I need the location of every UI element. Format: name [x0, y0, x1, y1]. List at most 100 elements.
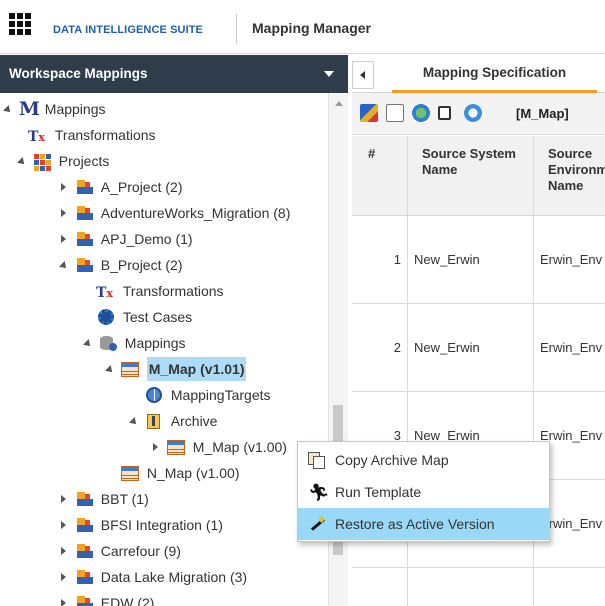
expand-arrow-icon[interactable] — [128, 409, 140, 433]
map-table-icon — [120, 357, 140, 381]
tree-node-transformations[interactable]: Tx Transformations — [28, 123, 156, 147]
document-icon[interactable] — [438, 106, 451, 120]
column-header-source-system[interactable]: Source System Name — [408, 136, 534, 216]
archive-context-menu: Copy Archive Map 🏃︎ Run Template Restore… — [297, 441, 550, 542]
top-bar: DATA INTELLIGENCE SUITE Mapping Manager — [0, 0, 605, 54]
mappings-root-icon: M — [18, 98, 40, 120]
collapse-arrow-icon[interactable] — [58, 591, 70, 606]
copy-icon — [308, 452, 326, 469]
tree-node-carrefour[interactable]: Carrefour (9) — [58, 539, 181, 563]
tree-node-label: AdventureWorks_Migration (8) — [100, 205, 291, 221]
tree-node-b-mappings[interactable]: Mappings — [82, 331, 185, 355]
expand-arrow-icon[interactable] — [16, 149, 28, 173]
tree-node-m-map-v100[interactable]: M_Map (v1.00) — [150, 435, 287, 459]
collapse-arrow-icon[interactable] — [58, 487, 70, 511]
column-header-number[interactable]: # — [352, 136, 408, 216]
collapse-arrow-icon[interactable] — [58, 565, 70, 589]
chevron-down-icon[interactable] — [324, 71, 334, 77]
tree-node-test-cases[interactable]: Test Cases — [96, 305, 192, 329]
tree-node-label: MappingTargets — [170, 387, 271, 403]
tree-node-label: Archive — [170, 413, 218, 429]
waffle-grid-icon[interactable] — [9, 13, 31, 35]
tree-node-mappings-root[interactable]: M Mappings — [2, 97, 106, 121]
tree-node-archive[interactable]: Archive — [128, 409, 217, 433]
collapse-arrow-icon[interactable] — [58, 227, 70, 251]
collapse-arrow-icon[interactable] — [150, 435, 162, 459]
menu-item-label: Copy Archive Map — [335, 452, 449, 468]
source-system-cell: New_Erwin — [408, 216, 534, 304]
expand-arrow-icon[interactable] — [82, 331, 94, 355]
tree-node-label: APJ_Demo (1) — [100, 231, 193, 247]
source-env-cell: Erwin_Env — [540, 252, 603, 267]
current-map-label: [M_Map] — [516, 106, 569, 121]
tree-node-b-project[interactable]: B_Project (2) — [58, 253, 182, 277]
tab-scroll-left-button[interactable] — [352, 61, 374, 89]
tree-node-a-project[interactable]: A_Project (2) — [58, 175, 182, 199]
menu-item-label: Run Template — [335, 484, 422, 500]
expand-arrow-icon[interactable] — [2, 97, 14, 121]
expand-arrow-icon[interactable] — [104, 357, 116, 381]
tree-node-projects[interactable]: Projects — [16, 149, 109, 173]
tree-node-label: Transformations — [54, 127, 156, 143]
tree-node-adventureworks[interactable]: AdventureWorks_Migration (8) — [58, 201, 290, 225]
menu-item-copy-archive-map[interactable]: Copy Archive Map — [298, 444, 549, 476]
tree-node-apj-demo[interactable]: APJ_Demo (1) — [58, 227, 193, 251]
tab-mapping-specification[interactable]: Mapping Specification — [392, 61, 597, 93]
menu-item-run-template[interactable]: 🏃︎ Run Template — [298, 476, 549, 508]
tree-node-bbt[interactable]: BBT (1) — [58, 487, 149, 511]
tree-node-label: Projects — [58, 153, 110, 169]
tree-node-label: BFSI Integration (1) — [100, 517, 223, 533]
tree-node-label: Carrefour (9) — [100, 543, 181, 559]
mapping-tree: M Mappings Tx Transformations Projects A… — [0, 93, 328, 606]
tree-node-b-transformations[interactable]: Tx Transformations — [96, 279, 224, 303]
edit-icon[interactable] — [360, 104, 378, 122]
row-number — [352, 568, 408, 606]
table-row[interactable]: 1 New_Erwin Erwin_Env — [352, 216, 605, 304]
menu-item-label: Restore as Active Version — [335, 516, 495, 532]
workspace-mappings-title: Workspace Mappings — [9, 66, 148, 81]
row-number: 2 — [352, 304, 408, 392]
tree-node-n-map[interactable]: N_Map (v1.00) — [120, 461, 239, 485]
tree-node-label: BBT (1) — [100, 491, 149, 507]
workspace-mappings-header: Workspace Mappings — [0, 55, 348, 93]
tree-node-data-lake-migration[interactable]: Data Lake Migration (3) — [58, 565, 247, 589]
tree-node-label: Mappings — [124, 335, 186, 351]
collapse-arrow-icon[interactable] — [58, 201, 70, 225]
sync-icon[interactable] — [412, 104, 430, 122]
tree-node-label: Test Cases — [122, 309, 193, 325]
table-row[interactable]: 2 New_Erwin Erwin_Env — [352, 304, 605, 392]
projects-grid-icon — [32, 149, 52, 173]
map-table-icon — [166, 435, 186, 459]
brand-name[interactable]: DATA INTELLIGENCE SUITE — [53, 24, 203, 36]
header-divider — [236, 14, 237, 44]
tree-node-label: B_Project (2) — [100, 257, 183, 273]
tree-node-edw[interactable]: EDW (2) — [58, 591, 154, 606]
tree-node-label: Transformations — [122, 283, 224, 299]
refresh-icon[interactable] — [464, 104, 482, 122]
export-icon[interactable] — [386, 104, 404, 122]
test-cases-icon — [96, 305, 116, 329]
tree-node-m-map-v101[interactable]: M_Map (v1.01) — [104, 357, 247, 381]
run-icon: 🏃︎ — [308, 483, 330, 502]
collapse-arrow-icon[interactable] — [58, 513, 70, 537]
tree-node-label: N_Map (v1.00) — [146, 465, 240, 481]
project-icon — [74, 175, 94, 199]
source-system-cell: New_Erwin — [408, 304, 534, 392]
tree-node-bfsi-integration[interactable]: BFSI Integration (1) — [58, 513, 223, 537]
scroll-up-icon[interactable] — [335, 101, 343, 106]
collapse-arrow-icon[interactable] — [58, 539, 70, 563]
archive-icon — [144, 409, 164, 433]
project-icon — [74, 227, 94, 251]
tree-node-mapping-targets[interactable]: MappingTargets — [144, 383, 271, 407]
transformations-icon: Tx — [28, 129, 45, 145]
collapse-arrow-icon[interactable] — [58, 175, 70, 199]
menu-item-restore-active-version[interactable]: Restore as Active Version — [298, 508, 549, 540]
project-icon — [74, 201, 94, 225]
expand-arrow-icon[interactable] — [58, 253, 70, 277]
project-icon — [74, 513, 94, 537]
column-header-source-environment[interactable]: Source Environment Name — [534, 136, 605, 216]
spec-toolbar: [M_Map] — [352, 93, 605, 135]
table-row[interactable] — [352, 568, 605, 606]
row-number: 1 — [352, 216, 408, 304]
map-table-icon — [120, 461, 140, 485]
